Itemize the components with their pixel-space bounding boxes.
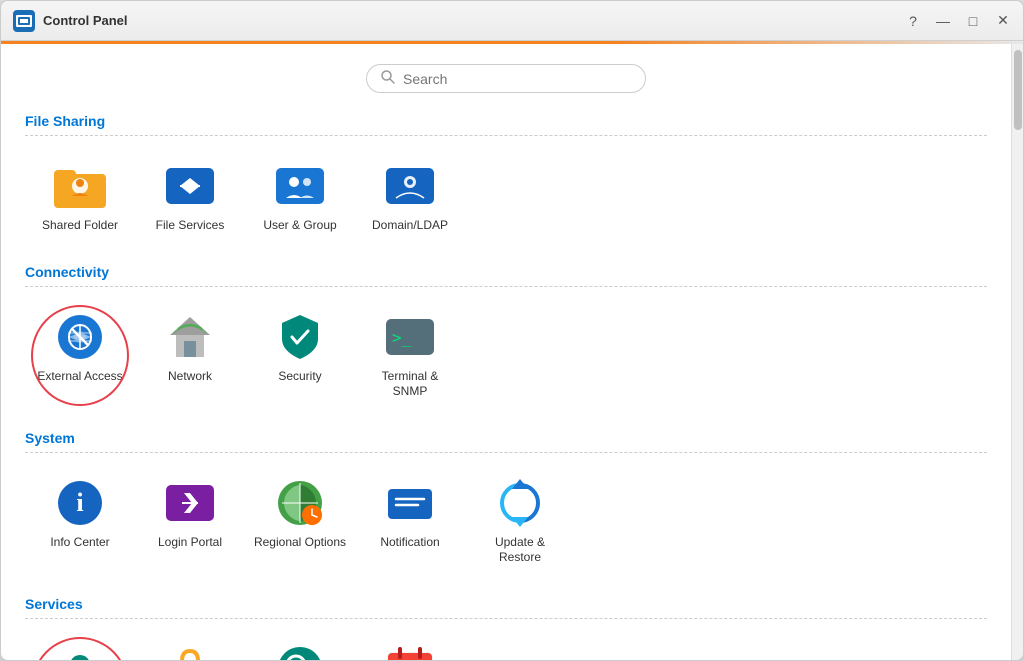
application-privileges-icon — [164, 643, 216, 660]
item-synology-account[interactable]: Synology Account — [25, 633, 135, 660]
icon-grid-file-sharing: Shared Folder File Services — [25, 150, 987, 244]
item-application-privileges[interactable]: Application Privileges — [135, 633, 245, 660]
user-group-label: User & Group — [263, 218, 336, 234]
icon-grid-connectivity: External Access — [25, 301, 987, 410]
item-file-services[interactable]: File Services — [135, 150, 245, 244]
search-bar — [25, 64, 987, 93]
divider-file-sharing — [25, 135, 987, 136]
scrollbar[interactable] — [1011, 44, 1023, 660]
titlebar-controls: ? — □ ✕ — [905, 13, 1011, 29]
titlebar: Control Panel ? — □ ✕ — [1, 1, 1023, 41]
section-title-system: System — [25, 430, 987, 446]
search-icon — [381, 70, 395, 87]
svg-text:>_: >_ — [392, 328, 412, 347]
icon-grid-system: i Info Center Logi — [25, 467, 987, 576]
section-title-services: Services — [25, 596, 987, 612]
item-external-access[interactable]: External Access — [25, 301, 135, 410]
item-user-group[interactable]: User & Group — [245, 150, 355, 244]
shared-folder-label: Shared Folder — [42, 218, 118, 234]
item-shared-folder[interactable]: Shared Folder — [25, 150, 135, 244]
section-connectivity: Connectivity — [25, 264, 987, 410]
external-access-label: External Access — [37, 369, 122, 385]
divider-connectivity — [25, 286, 987, 287]
task-scheduler-icon — [384, 643, 436, 660]
help-button[interactable]: ? — [905, 13, 921, 29]
item-notification[interactable]: Notification — [355, 467, 465, 576]
domain-ldap-icon — [384, 160, 436, 212]
notification-label: Notification — [380, 535, 439, 551]
indexing-service-icon — [274, 643, 326, 660]
notification-icon — [384, 477, 436, 529]
regional-options-label: Regional Options — [254, 535, 346, 551]
control-panel-window: Control Panel ? — □ ✕ — [0, 0, 1024, 661]
maximize-button[interactable]: □ — [965, 13, 981, 29]
icon-grid-services: Synology Account Applica — [25, 633, 987, 660]
item-security[interactable]: Security — [245, 301, 355, 410]
item-info-center[interactable]: i Info Center — [25, 467, 135, 576]
close-button[interactable]: ✕ — [995, 13, 1011, 29]
item-regional-options[interactable]: Regional Options — [245, 467, 355, 576]
external-access-icon — [54, 311, 106, 363]
section-title-connectivity: Connectivity — [25, 264, 987, 280]
login-portal-label: Login Portal — [158, 535, 222, 551]
synology-account-icon — [54, 643, 106, 660]
terminal-snmp-icon: >_ — [384, 311, 436, 363]
app-icon — [13, 10, 35, 32]
item-login-portal[interactable]: Login Portal — [135, 467, 245, 576]
scrollbar-thumb[interactable] — [1014, 50, 1022, 130]
item-terminal-snmp[interactable]: >_ Terminal & SNMP — [355, 301, 465, 410]
item-network[interactable]: Network — [135, 301, 245, 410]
login-portal-icon — [164, 477, 216, 529]
item-domain-ldap[interactable]: Domain/LDAP — [355, 150, 465, 244]
file-services-label: File Services — [156, 218, 225, 234]
content-wrapper: File Sharing Shar — [1, 44, 1023, 660]
item-indexing-service[interactable]: Indexing Service — [245, 633, 355, 660]
security-label: Security — [278, 369, 321, 385]
update-restore-icon — [494, 477, 546, 529]
info-center-icon: i — [54, 477, 106, 529]
regional-options-icon — [274, 477, 326, 529]
minimize-button[interactable]: — — [935, 13, 951, 29]
network-icon — [164, 311, 216, 363]
section-system: System i Info Center — [25, 430, 987, 576]
divider-services — [25, 618, 987, 619]
file-services-icon — [164, 160, 216, 212]
domain-ldap-label: Domain/LDAP — [372, 218, 448, 234]
search-input[interactable] — [403, 71, 631, 87]
item-task-scheduler[interactable]: Task Scheduler — [355, 633, 465, 660]
update-restore-label: Update & Restore — [473, 535, 567, 566]
titlebar-left: Control Panel — [13, 10, 128, 32]
section-file-sharing: File Sharing Shar — [25, 113, 987, 244]
section-title-file-sharing: File Sharing — [25, 113, 987, 129]
terminal-snmp-label: Terminal & SNMP — [363, 369, 457, 400]
security-icon — [274, 311, 326, 363]
item-update-restore[interactable]: Update & Restore — [465, 467, 575, 576]
network-label: Network — [168, 369, 212, 385]
search-input-wrap[interactable] — [366, 64, 646, 93]
divider-system — [25, 452, 987, 453]
info-center-label: Info Center — [50, 535, 109, 551]
window-title: Control Panel — [43, 13, 128, 28]
shared-folder-icon — [54, 160, 106, 212]
user-group-icon — [274, 160, 326, 212]
main-content: File Sharing Shar — [1, 44, 1011, 660]
svg-text:i: i — [76, 488, 83, 517]
section-services: Services Synology — [25, 596, 987, 660]
